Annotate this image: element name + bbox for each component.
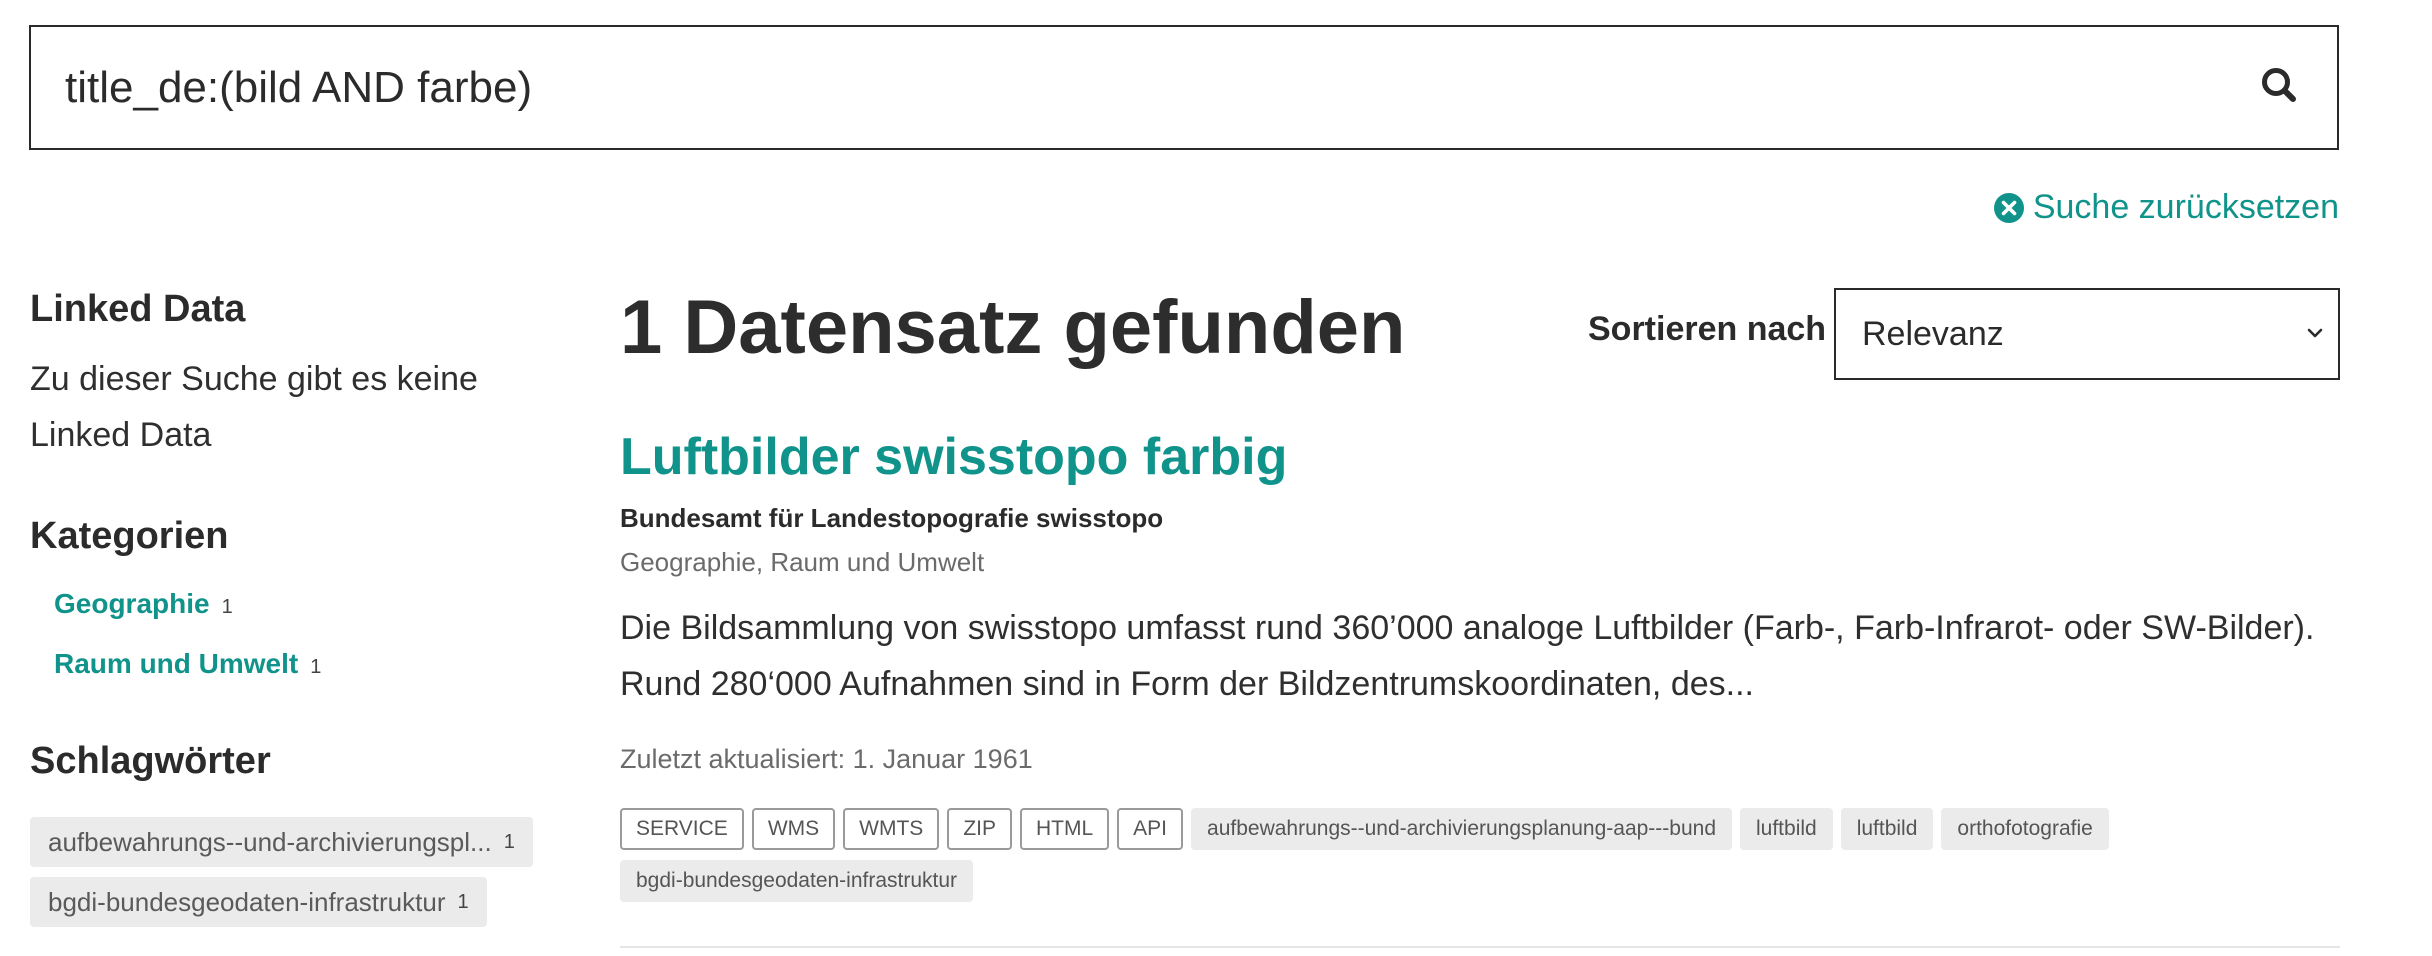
category-list: Geographie 1 Raum und Umwelt 1 [30,588,550,708]
categories-heading: Kategorien [30,515,229,557]
search-icon [2262,68,2296,102]
category-item: Raum und Umwelt 1 [54,648,550,708]
keyword-tag[interactable]: luftbild [1740,808,1833,850]
format-tag[interactable]: API [1117,808,1184,850]
format-tag[interactable]: HTML [1019,808,1110,850]
keyword-tag[interactable]: orthofotografie [1941,808,2109,850]
keyword-list: aufbewahrungs--und-archivierungspl... 1 … [30,817,550,937]
category-count: 1 [221,596,233,618]
result-categories: Geographie, Raum und Umwelt [620,547,985,577]
format-tag[interactable]: WMTS [843,808,940,850]
linked-data-heading: Linked Data [30,288,246,330]
search-input[interactable] [65,27,2165,148]
keyword-tag[interactable]: aufbewahrungs--und-archivierungsplanung-… [1191,808,1732,850]
result-description: Die Bildsammlung von swisstopo umfasst r… [620,609,2315,703]
chevron-down-icon [2307,328,2323,338]
category-item: Geographie 1 [54,588,550,648]
reset-search-label: Suche zurücksetzen [2032,188,2339,226]
linked-data-text: Zu dieser Suche gibt es keine Linked Dat… [30,360,478,454]
format-tag[interactable]: ZIP [947,808,1012,850]
keyword-label: aufbewahrungs--und-archivierungspl... [48,826,492,857]
format-tag[interactable]: SERVICE [620,808,744,850]
keyword-label: bgdi-bundesgeodaten-infrastruktur [48,886,446,917]
sort-label: Sortieren nach [1588,310,1827,348]
result-divider [620,946,2340,948]
result-publisher: Bundesamt für Landestopografie swisstopo [620,503,1164,533]
close-circle-icon [1993,192,2024,223]
sort-select[interactable]: Relevanz [1834,288,2340,380]
keyword-count: 1 [503,830,515,853]
keyword-chip[interactable]: bgdi-bundesgeodaten-infrastruktur 1 [30,877,487,927]
keyword-tag[interactable]: luftbild [1840,808,1934,850]
keyword-tag[interactable]: bgdi-bundesgeodaten-infrastruktur [620,860,974,902]
result-title-link[interactable]: Luftbilder swisstopo farbig [620,427,1287,487]
category-count: 1 [310,656,322,678]
format-tag[interactable]: WMS [751,808,836,850]
search-box [29,25,2339,150]
result-updated: Zuletzt aktualisiert: 1. Januar 1961 [620,744,1033,774]
sidebar: Linked Data Zu dieser Suche gibt es kein… [30,288,550,937]
category-link-geographie[interactable]: Geographie [54,588,210,620]
keywords-heading: Schlagwörter [30,740,271,782]
result-tags: SERVICE WMS WMTS ZIP HTML API aufbewahrungs--u… [620,808,2340,912]
keyword-chip[interactable]: aufbewahrungs--und-archivierungspl... 1 [30,817,533,867]
keyword-count: 1 [457,890,469,913]
sort-select-value: Relevanz [1862,314,2004,353]
search-button[interactable] [2255,61,2307,113]
category-link-raum-und-umwelt[interactable]: Raum und Umwelt [54,648,298,680]
reset-search-link[interactable]: Suche zurücksetzen [1993,188,2339,227]
